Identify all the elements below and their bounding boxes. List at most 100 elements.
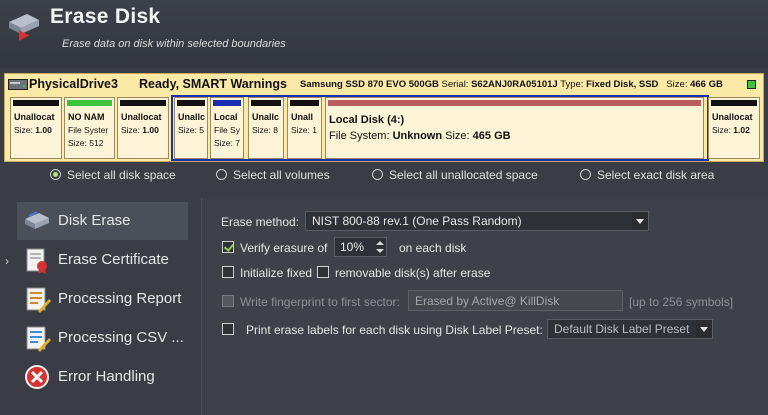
drive-type: Fixed Disk, SSD (586, 79, 659, 90)
partition-block[interactable]: Unallc Size: 5 (174, 97, 208, 159)
nav-item-processing-report[interactable]: Processing Report (17, 280, 188, 318)
size-label: Size: (666, 79, 688, 90)
radio-indicator[interactable] (580, 169, 591, 180)
write-fingerprint-checkbox[interactable] (222, 295, 234, 307)
partition-bar (13, 100, 59, 106)
nav-item-disk-erase[interactable]: Disk Erase (17, 202, 188, 240)
erase-disk-icon (9, 14, 39, 41)
partition-block[interactable]: Unallc Size: 8 (248, 97, 284, 159)
partition-size: Size: 1.00 (14, 125, 52, 135)
chevron-down-icon[interactable] (632, 212, 648, 230)
drive-status: Ready, SMART Warnings (139, 77, 287, 91)
partition-size-value: 1.00 (142, 125, 159, 135)
page-title: Erase Disk (50, 5, 161, 28)
page-header: Erase Disk Erase data on disk within sel… (0, 0, 768, 68)
print-labels-checkbox[interactable] (222, 323, 234, 335)
verify-suffix-label: on each disk (399, 241, 467, 255)
partition-size-label: Size: (14, 125, 36, 135)
drive-serial: S62ANJ0RA05101J (471, 79, 558, 90)
partition-block[interactable]: Unallocat Size: 1.00 (10, 97, 62, 159)
drive-size: 466 GB (690, 79, 723, 90)
serial-label: Serial: (441, 79, 469, 90)
partition-size-value: 1.02 (733, 125, 750, 135)
partition-name: Unallc (178, 112, 206, 122)
page-subtitle: Erase data on disk within selected bound… (62, 38, 286, 50)
removable-disks-label: removable disk(s) after erase (335, 266, 491, 280)
partition-bar (711, 100, 757, 106)
partition-details: File System: Unknown Size: 465 GB (329, 130, 511, 142)
drive-map-panel[interactable]: PhysicalDrive3 Ready, SMART Warnings Sam… (4, 73, 764, 162)
partition-name: Unall (291, 112, 314, 122)
initialize-fixed-checkbox[interactable] (222, 266, 234, 278)
partition-filesystem: File Syster (68, 125, 109, 135)
partition-size-value: 1.00 (35, 125, 52, 135)
radio-select-all-unallocated[interactable]: Select all unallocated space (372, 168, 538, 184)
expand-arrow-icon[interactable]: › (5, 254, 9, 268)
filesystem-label: File System: (329, 130, 393, 142)
chevron-down-icon[interactable] (696, 320, 712, 338)
partition-size: Size: 1.02 (712, 125, 750, 135)
partition-block[interactable]: NO NAM File Syster Size: 512 (64, 97, 115, 159)
nav-item-processing-csv[interactable]: Processing CSV ... (17, 319, 188, 357)
radio-indicator[interactable] (372, 169, 383, 180)
drive-header: PhysicalDrive3 Ready, SMART Warnings Sam… (8, 76, 760, 94)
drive-name: PhysicalDrive3 (29, 77, 118, 91)
radio-indicator[interactable] (50, 169, 61, 180)
partition-block[interactable]: Unallocat Size: 1.02 (708, 97, 760, 159)
nav-label: Disk Erase (58, 212, 131, 229)
stepper-down-icon[interactable] (376, 249, 384, 253)
erase-method-select[interactable]: NIST 800-88 rev.1 (One Pass Random) (305, 211, 649, 231)
verify-erasure-label: Verify erasure of (240, 241, 328, 255)
nav-label: Erase Certificate (58, 251, 169, 268)
disk-erase-icon (25, 211, 49, 229)
radio-indicator[interactable] (216, 169, 227, 180)
stepper-up-icon[interactable] (376, 241, 384, 245)
partition-bar (213, 100, 241, 106)
type-label: Type: (560, 79, 584, 90)
partition-filesystem: File Sy (214, 125, 240, 135)
radio-label: Select all volumes (233, 168, 330, 182)
nav-item-error-handling[interactable]: Error Handling (17, 358, 188, 396)
partition-size: Size: 7 (214, 138, 240, 148)
settings-nav: › Disk Erase Erase Certificate Processin… (0, 198, 190, 415)
radio-select-exact-area[interactable]: Select exact disk area (580, 168, 714, 184)
partition-name: NO NAM (68, 112, 105, 122)
erase-method-value: NIST 800-88 rev.1 (One Pass Random) (312, 214, 522, 228)
partition-block[interactable]: Unall Size: 1 (287, 97, 322, 159)
print-labels-label: Print erase labels for each disk using D… (246, 323, 543, 337)
fingerprint-input[interactable]: Erased by Active@ KillDisk (408, 290, 623, 311)
removable-disks-checkbox[interactable] (317, 266, 329, 278)
nav-label: Processing Report (58, 290, 182, 307)
filesystem-value: Unknown (392, 130, 443, 142)
partition-size: Size: 8 (252, 125, 278, 135)
partition-size-label: Size: (712, 125, 734, 135)
error-icon (25, 365, 49, 389)
label-preset-select[interactable]: Default Disk Label Preset (547, 319, 713, 339)
fingerprint-hint: [up to 256 symbols] (629, 295, 734, 309)
drive-info: Samsung SSD 870 EVO 500GB Serial: S62ANJ… (300, 79, 723, 90)
partition-bar (67, 100, 112, 106)
radio-select-all-disk-space[interactable]: Select all disk space (50, 168, 176, 184)
partition-name: Unallocat (121, 112, 162, 122)
radio-label: Select all disk space (67, 168, 176, 182)
radio-label: Select exact disk area (597, 168, 715, 182)
radio-select-all-volumes[interactable]: Select all volumes (216, 168, 330, 184)
partition-block[interactable]: Unallocat Size: 1.00 (117, 97, 169, 159)
partition-size-label: Size: (121, 125, 143, 135)
partition-bar (290, 100, 319, 106)
partition-name: Unallocat (712, 112, 753, 122)
disk-erase-settings: Erase method: NIST 800-88 rev.1 (One Pas… (201, 198, 768, 415)
erase-method-label: Erase method: (221, 215, 300, 229)
verify-percent-stepper[interactable]: 10% (334, 237, 387, 257)
drive-model: Samsung SSD 870 EVO 500GB (300, 79, 439, 90)
partition-name: Local Disk (4:) (329, 114, 405, 126)
write-fingerprint-label: Write fingerprint to first sector: (240, 295, 400, 309)
nav-item-erase-certificate[interactable]: Erase Certificate (17, 241, 188, 279)
partition-name: Unallocat (14, 112, 55, 122)
verify-erasure-checkbox[interactable] (222, 241, 234, 253)
certificate-icon (26, 248, 47, 274)
verify-percent-value: 10% (340, 240, 365, 254)
partition-size: Size: 512 (68, 138, 104, 148)
partition-block[interactable]: Local File Sy Size: 7 (210, 97, 244, 159)
partition-block[interactable]: Local Disk (4:) File System: Unknown Siz… (325, 97, 704, 159)
